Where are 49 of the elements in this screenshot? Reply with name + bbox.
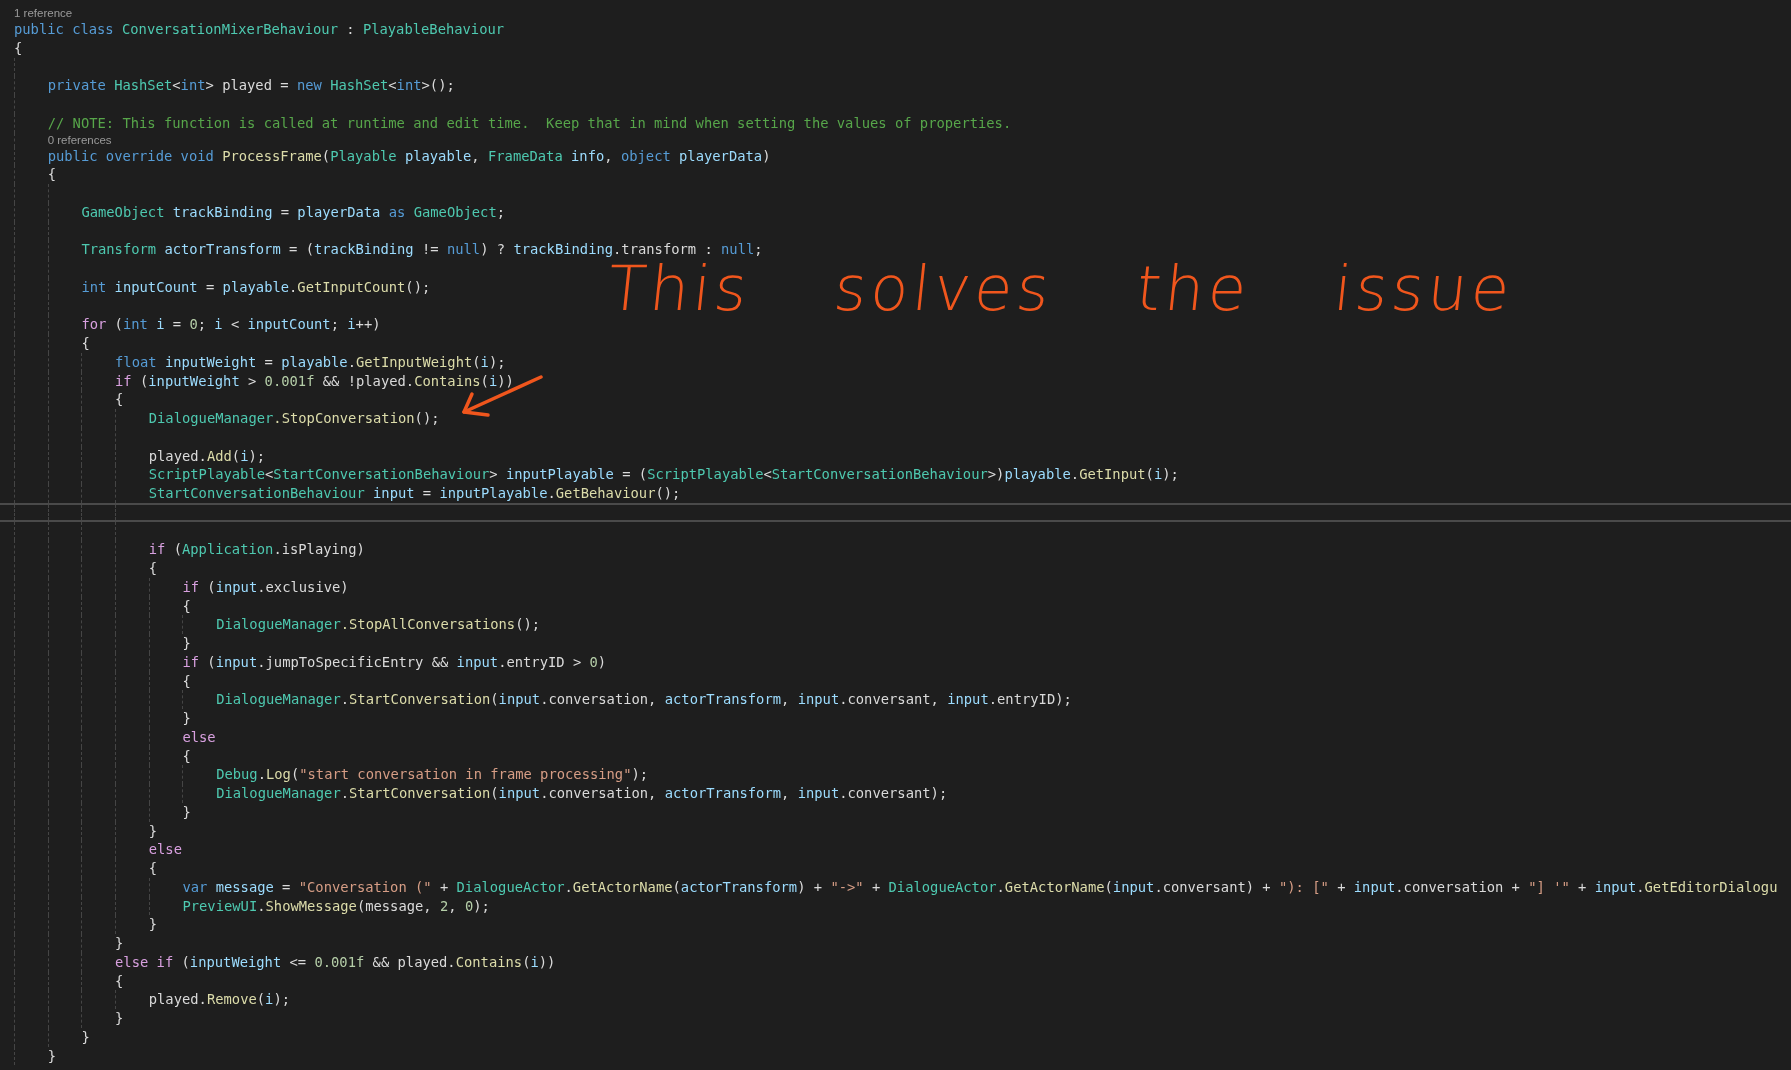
code-line: } (148, 821, 158, 841)
reference-count[interactable]: 1 reference (14, 6, 73, 20)
code-line: for (int i = 0; i < inputCount; i++) (81, 315, 381, 334)
code-line: DialogueManager.StartConversation(input.conversation, actorTransform, input.conversant); (216, 784, 948, 803)
code-line: else (148, 840, 182, 859)
code-line: played.Remove(i); (148, 990, 290, 1009)
code-line: } (115, 1009, 124, 1028)
reference-count[interactable]: 0 references (47, 132, 112, 147)
code-line: { (115, 390, 124, 409)
code-line: if (inputWeight > 0.001f && !played.Contains(i)) (115, 371, 514, 391)
code-line: { (148, 559, 158, 578)
code-line: } (148, 915, 158, 934)
code-line: } (182, 709, 191, 728)
code-line: public override void ProcessFrame(Playable playable, FrameData info, object playerData) (47, 146, 771, 166)
code-line: // NOTE: This function is called at runtime and edit time. Keep that in mind when setting the values of properties. (47, 113, 1012, 133)
code-line: } (182, 802, 191, 822)
code-line: if (Application.isPlaying) (148, 540, 365, 559)
code-line: { (148, 859, 158, 878)
code-line: { (47, 165, 56, 184)
code-line: StartConversationBehaviour input = inputPlayable.GetBehaviour(); (148, 484, 681, 503)
code-line: Transform actorTransform = (trackBinding != null) ? trackBinding.transform : null; (81, 240, 763, 259)
code-line: PreviewUI.ShowMessage(message, 2, 0); (182, 896, 490, 916)
code-line: DialogueManager.StopConversation(); (148, 409, 440, 428)
code-line: var message = "Conversation (" + DialogueActor.GetActorName(actorTransform) + "->" + DialogueActor.GetActorName(input.conversant) + "): [" + input.conversation + "] '" + input.GetEditorDialogu (182, 877, 1778, 897)
code-line: } (81, 1027, 90, 1047)
code-line: { (81, 334, 90, 353)
code-line: Debug.Log("start conversation in frame processing"); (216, 765, 649, 784)
code-line: else (182, 727, 216, 747)
code-line: public class ConversationMixerBehaviour : PlayableBehaviour (14, 20, 505, 39)
code-line: private HashSet<int> played = new HashSet<int>(); (47, 76, 455, 95)
code-line: DialogueManager.StartConversation(input.conversation, actorTransform, input.conversant, input.entryID); (216, 690, 1072, 709)
code-line: played.Add(i); (148, 446, 266, 466)
code-line: DialogueManager.StopAllConversations(); (216, 615, 541, 634)
code-line: { (182, 596, 191, 616)
code-line: GameObject trackBinding = playerData as GameObject; (81, 202, 506, 222)
code-line: { (182, 746, 191, 766)
code-line: } (47, 1046, 56, 1066)
code-line: int inputCount = playable.GetInputCount(); (81, 277, 431, 297)
code-line: } (182, 634, 191, 653)
code-line: ScriptPlayable<StartConversationBehaviour> inputPlayable = (ScriptPlayable<StartConversationBehaviour>)playable.GetInput(i); (148, 465, 1179, 484)
handwritten-note: This solves the issue (604, 258, 1517, 320)
code-line: } (115, 934, 124, 953)
code-line: { (115, 971, 124, 991)
code-line: else if (inputWeight <= 0.001f && played.Contains(i)) (115, 952, 556, 972)
code-line: float inputWeight = playable.GetInputWeight(i); (115, 352, 506, 372)
code-line: if (input.jumpToSpecificEntry && input.entryID > 0) (182, 652, 607, 672)
code-line: { (14, 38, 23, 58)
code-line: if (input.exclusive) (182, 577, 349, 597)
code-line: { (182, 671, 191, 691)
